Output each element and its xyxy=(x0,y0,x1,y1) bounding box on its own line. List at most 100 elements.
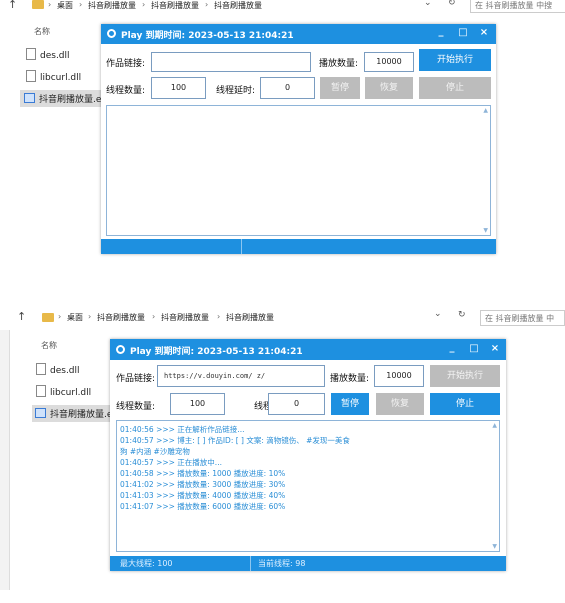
maximize-icon[interactable]: □ xyxy=(455,27,471,38)
breadcrumb-desktop[interactable]: 桌面 xyxy=(57,0,73,11)
work-link-input[interactable]: https://v.douyin.com/ z/ xyxy=(157,365,325,387)
work-link-label: 作品链接: xyxy=(116,374,156,384)
log-area[interactable]: ▲ ▼ xyxy=(106,105,491,236)
log-line: 01:40:58 >>> 播放数量: 1000 播放进度: 10% xyxy=(120,469,286,478)
timeout-input[interactable]: 0 xyxy=(268,393,325,415)
minimize-icon[interactable]: _ xyxy=(444,342,460,353)
file-icon xyxy=(36,363,46,375)
status-divider xyxy=(250,556,251,571)
threads-input[interactable]: 100 xyxy=(151,77,206,99)
application-icon xyxy=(35,408,46,418)
minimize-icon[interactable]: _ xyxy=(433,26,449,37)
chevron-right-icon: › xyxy=(58,312,62,321)
work-link-input[interactable] xyxy=(151,52,311,72)
pause-button[interactable]: 暂停 xyxy=(320,77,360,99)
chevron-right-icon: › xyxy=(205,0,209,9)
play-count-label: 播放数量: xyxy=(330,374,370,384)
play-count-input[interactable]: 10000 xyxy=(374,365,424,387)
file-icon xyxy=(36,385,46,397)
app-window-bottom: Play 到期时间: 2023-05-13 21:04:21 _ □ × 作品链… xyxy=(110,339,506,571)
search-input[interactable]: 在 抖音刷播放量 中搜 xyxy=(470,0,565,13)
file-name: des.dll xyxy=(50,366,80,376)
application-icon xyxy=(24,93,35,103)
play-count-label: 播放数量: xyxy=(319,59,359,69)
start-button[interactable]: 开始执行 xyxy=(430,365,500,387)
file-item-exe[interactable]: 抖音刷播放量.exe xyxy=(32,405,113,422)
app-logo-icon xyxy=(116,345,125,354)
chevron-right-icon: › xyxy=(79,0,83,9)
stop-button[interactable]: 停止 xyxy=(430,393,500,415)
title-bar[interactable]: Play 到期时间: 2023-05-13 21:04:21 _ □ × xyxy=(110,339,506,360)
file-name: 抖音刷播放量.exe xyxy=(50,410,113,420)
work-link-label: 作品链接: xyxy=(106,59,146,69)
play-count-input[interactable]: 10000 xyxy=(364,52,414,72)
log-line: 狗 #内涵 #沙雕宠物 xyxy=(120,447,190,456)
up-arrow-icon[interactable]: ↑ xyxy=(8,0,17,11)
breadcrumb-folder-2[interactable]: 抖音刷播放量 xyxy=(161,312,209,323)
chevron-right-icon: › xyxy=(48,0,52,9)
log-line: 01:40:56 >>> 正在解析作品链接... xyxy=(120,425,245,434)
log-line: 01:40:57 >>> 博主: [ ] 作品ID: [ ] 文案: 滴物镜伤、… xyxy=(120,436,350,445)
up-arrow-icon[interactable]: ↑ xyxy=(17,310,26,323)
window-title: Play 到期时间: 2023-05-13 21:04:21 xyxy=(121,31,294,41)
resume-button[interactable]: 恢复 xyxy=(376,393,424,415)
navigation-pane xyxy=(0,330,10,590)
file-item-libcurl-dll[interactable]: libcurl.dll xyxy=(26,70,81,83)
status-divider xyxy=(241,239,242,254)
title-bar[interactable]: Play 到期时间: 2023-05-13 21:04:21 _ □ × xyxy=(101,24,496,44)
log-area[interactable]: 01:40:56 >>> 正在解析作品链接... 01:40:57 >>> 博主… xyxy=(116,420,500,552)
file-item-exe[interactable]: 抖音刷播放量.exe xyxy=(20,90,106,107)
chevron-right-icon: › xyxy=(152,312,156,321)
chevron-right-icon: › xyxy=(142,0,146,9)
window-title: Play 到期时间: 2023-05-13 21:04:21 xyxy=(130,347,303,357)
status-max-threads: 最大线程: 100 xyxy=(120,559,173,568)
file-name: libcurl.dll xyxy=(40,73,82,83)
breadcrumb-folder-2[interactable]: 抖音刷播放量 xyxy=(151,0,199,11)
breadcrumb-folder-1[interactable]: 抖音刷播放量 xyxy=(97,312,145,323)
timeout-input[interactable]: 0 xyxy=(260,77,315,99)
breadcrumb-folder-3[interactable]: 抖音刷播放量 xyxy=(226,312,274,323)
threads-label: 线程数量: xyxy=(106,86,146,96)
file-icon xyxy=(26,70,36,82)
file-name: 抖音刷播放量.exe xyxy=(39,95,106,105)
breadcrumb-folder-1[interactable]: 抖音刷播放量 xyxy=(88,0,136,11)
scroll-down-icon[interactable]: ▼ xyxy=(483,227,488,234)
log-line: 01:40:57 >>> 正在播放中... xyxy=(120,458,222,467)
breadcrumb-folder-3[interactable]: 抖音刷播放量 xyxy=(214,0,262,11)
status-bar: 最大线程: 100 当前线程: 98 xyxy=(110,556,506,571)
file-item-des-dll[interactable]: des.dll xyxy=(36,363,80,376)
close-icon[interactable]: × xyxy=(476,27,492,38)
file-list-top: 名称 des.dll libcurl.dll 抖音刷播放量.exe xyxy=(20,20,110,130)
start-button[interactable]: 开始执行 xyxy=(419,49,491,71)
timeout-label: 线程延时: xyxy=(216,86,256,96)
refresh-icon[interactable]: ↻ xyxy=(448,0,456,8)
scroll-up-icon[interactable]: ▲ xyxy=(483,107,488,114)
resume-button[interactable]: 恢复 xyxy=(365,77,413,99)
chevron-down-icon[interactable]: ⌄ xyxy=(424,0,432,8)
file-name: libcurl.dll xyxy=(50,388,92,398)
log-line: 01:41:03 >>> 播放数量: 4000 播放进度: 40% xyxy=(120,491,286,500)
refresh-icon[interactable]: ↻ xyxy=(458,310,466,320)
close-icon[interactable]: × xyxy=(487,343,503,354)
threads-label: 线程数量: xyxy=(116,402,156,412)
column-header-name[interactable]: 名称 xyxy=(41,340,57,351)
stop-button[interactable]: 停止 xyxy=(419,77,491,99)
log-line: 01:41:07 >>> 播放数量: 6000 播放进度: 60% xyxy=(120,502,286,511)
explorer-address-bar-bottom: ↑ › 桌面 › 抖音刷播放量 › 抖音刷播放量 › 抖音刷播放量 ⌄ ↻ 在 … xyxy=(0,308,565,328)
scroll-down-icon[interactable]: ▼ xyxy=(492,543,497,550)
folder-icon xyxy=(42,313,54,322)
pause-button[interactable]: 暂停 xyxy=(331,393,369,415)
threads-input[interactable]: 100 xyxy=(170,393,225,415)
status-current-threads: 当前线程: 98 xyxy=(258,559,306,568)
search-input[interactable]: 在 抖音刷播放量 中 xyxy=(480,310,565,326)
scroll-up-icon[interactable]: ▲ xyxy=(492,422,497,429)
app-logo-icon xyxy=(107,29,116,38)
chevron-down-icon[interactable]: ⌄ xyxy=(434,309,442,319)
maximize-icon[interactable]: □ xyxy=(466,343,482,354)
column-header-name[interactable]: 名称 xyxy=(34,26,50,37)
folder-icon xyxy=(32,0,44,9)
app-window-top: Play 到期时间: 2023-05-13 21:04:21 _ □ × 作品链… xyxy=(101,24,496,254)
file-item-libcurl-dll[interactable]: libcurl.dll xyxy=(36,385,91,398)
breadcrumb-desktop[interactable]: 桌面 xyxy=(67,312,83,323)
file-item-des-dll[interactable]: des.dll xyxy=(26,48,70,61)
